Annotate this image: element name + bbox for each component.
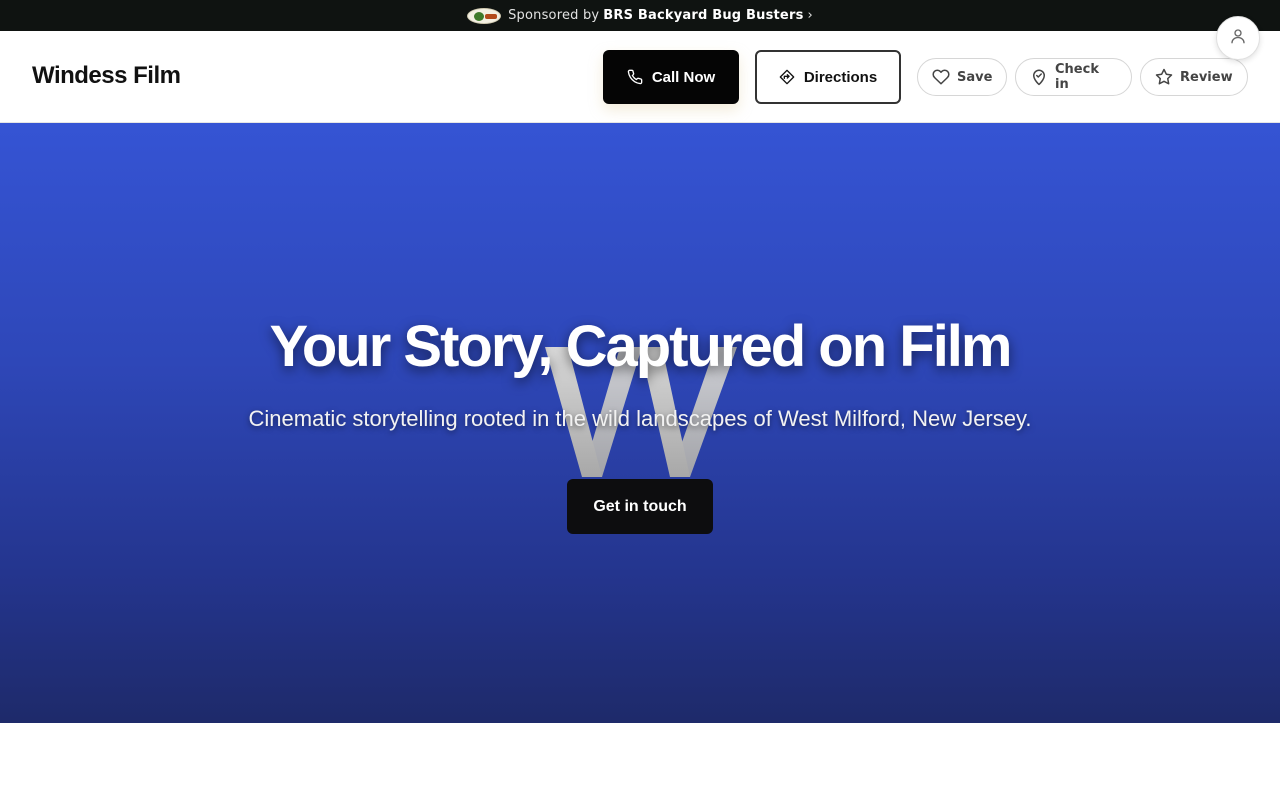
directions-label: Directions <box>803 68 878 86</box>
review-button[interactable]: Review <box>1140 58 1248 96</box>
heart-icon <box>932 68 950 86</box>
location-pin-icon <box>1030 68 1048 86</box>
hero-title: Your Story, Captured on Film <box>269 314 1013 379</box>
directions-icon <box>779 69 795 85</box>
check-in-label: Check in <box>1055 62 1099 92</box>
brand-title[interactable]: Windess Film <box>32 62 181 90</box>
get-in-touch-button[interactable]: Get in touch <box>567 479 713 534</box>
save-label: Save <box>957 69 993 85</box>
call-now-button[interactable]: Call Now <box>603 50 739 104</box>
sponsor-logo <box>467 7 502 24</box>
user-account-button[interactable] <box>1216 16 1260 60</box>
sponsor-prefix: Sponsored by <box>508 8 600 23</box>
hero-subtitle: Cinematic storytelling rooted in the wil… <box>248 406 1032 431</box>
phone-icon <box>627 69 643 85</box>
user-icon <box>1229 27 1247 50</box>
check-in-button[interactable]: Check in <box>1015 58 1132 96</box>
star-icon <box>1155 68 1173 86</box>
sponsor-bar[interactable]: Sponsored by BRS Backyard Bug Busters › <box>0 0 1280 31</box>
hero-section: Your Story, Captured on Film Cinematic s… <box>0 123 1280 723</box>
sponsor-name[interactable]: BRS Backyard Bug Busters <box>603 8 803 23</box>
site-header: Windess Film Call Now Directions Save Ch… <box>0 31 1280 123</box>
call-now-label: Call Now <box>651 68 716 86</box>
review-label: Review <box>1180 69 1233 85</box>
directions-button[interactable]: Directions <box>755 50 901 104</box>
save-button[interactable]: Save <box>917 58 1007 96</box>
chevron-right-icon: › <box>807 8 813 23</box>
